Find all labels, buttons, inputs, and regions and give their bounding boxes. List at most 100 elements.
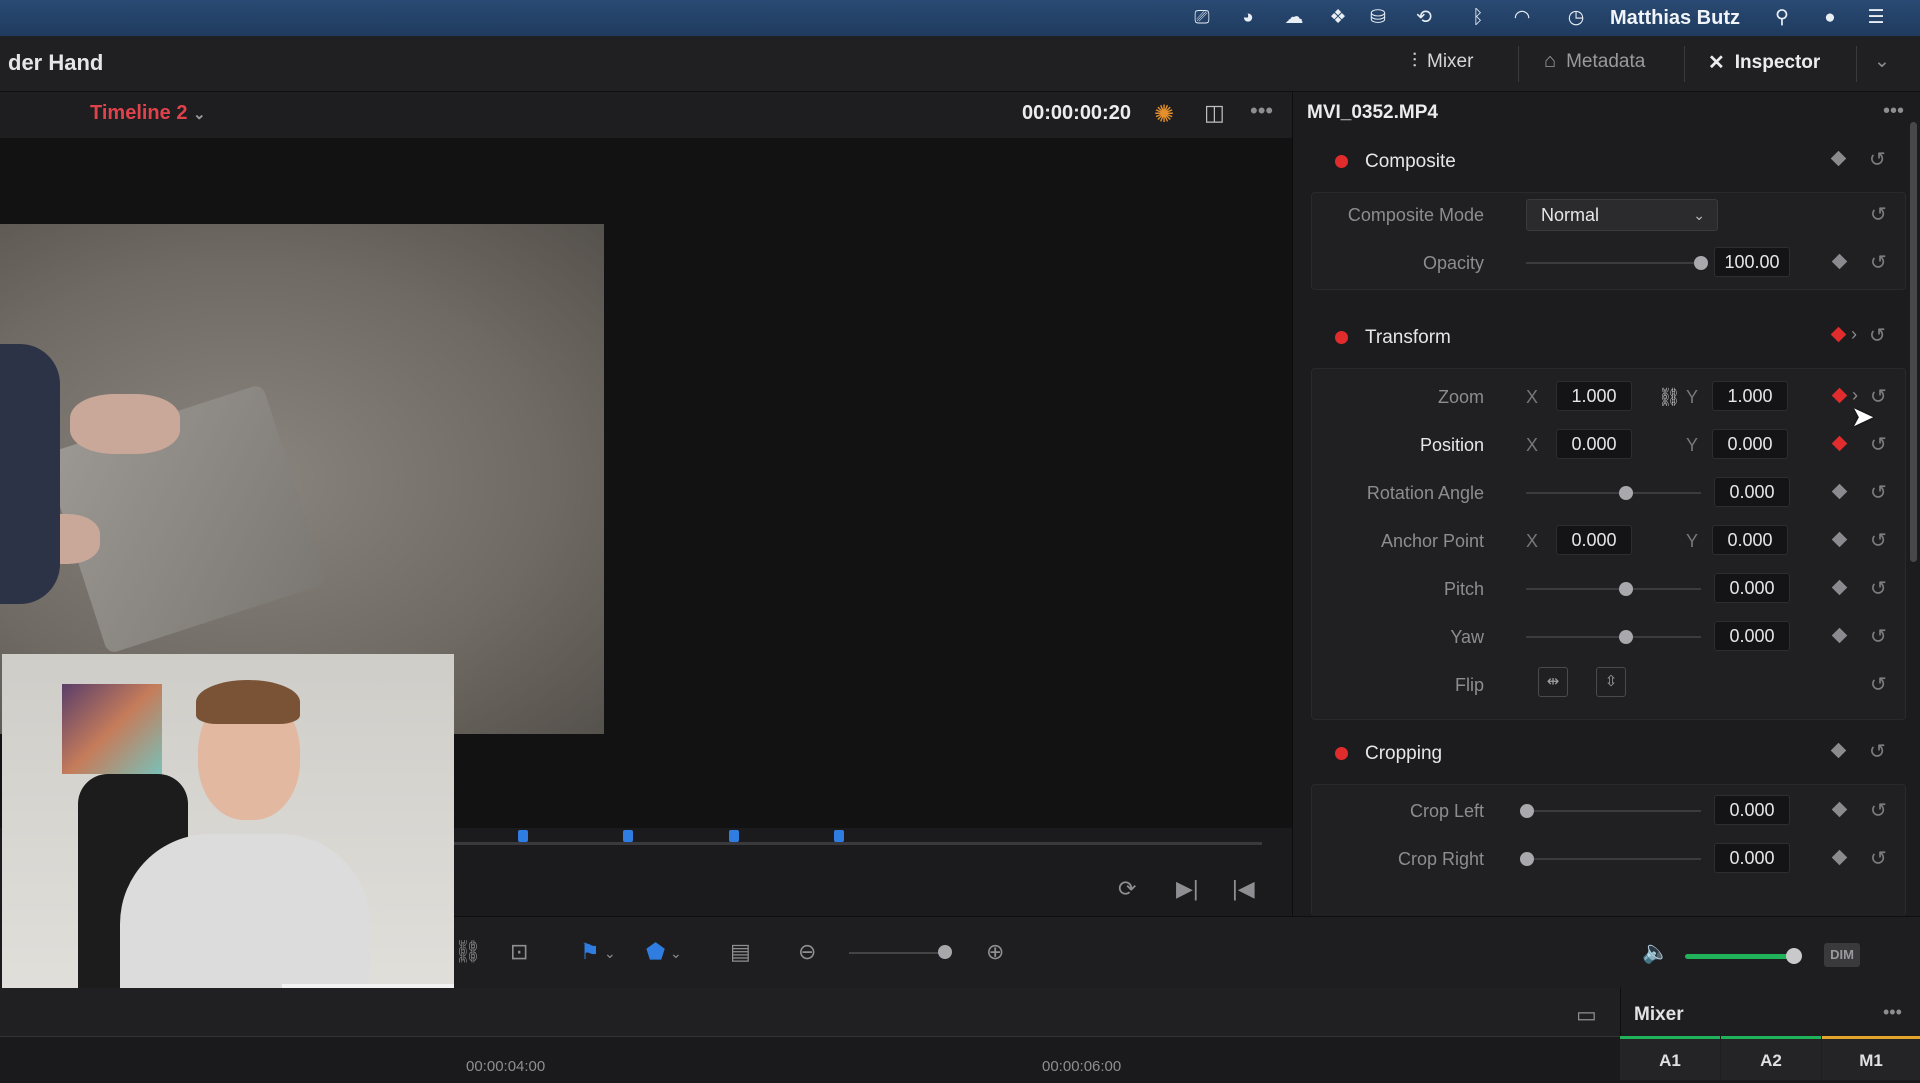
keyframe-icon[interactable]: [1831, 253, 1848, 270]
timeline-ruler[interactable]: [0, 1036, 1620, 1080]
dropbox-icon[interactable]: ❖: [1326, 7, 1350, 29]
user-name[interactable]: Matthias Butz: [1610, 7, 1740, 30]
pitch-slider[interactable]: [1526, 588, 1701, 590]
keyframe-icon[interactable]: [1831, 627, 1848, 644]
zoom-y-value[interactable]: 1.000: [1712, 381, 1788, 411]
keyframe-icon[interactable]: [1831, 579, 1848, 596]
timeline-marker[interactable]: [623, 830, 633, 842]
keyframe-icon[interactable]: [1831, 387, 1848, 404]
reset-icon[interactable]: ↺: [1870, 798, 1887, 823]
reset-icon[interactable]: ↺: [1870, 846, 1887, 871]
clock-icon[interactable]: ◷: [1564, 7, 1588, 29]
playback-speed-icon[interactable]: ✺: [1154, 100, 1174, 129]
lock-icon[interactable]: ⊡: [510, 939, 528, 965]
crop-left-value[interactable]: 0.000: [1714, 795, 1790, 825]
creative-cloud-icon[interactable]: ☁: [1282, 7, 1306, 29]
more-options-icon[interactable]: •••: [1250, 98, 1273, 124]
timeline-marker[interactable]: [729, 830, 739, 842]
drive-icon[interactable]: ⛁: [1366, 7, 1390, 29]
zoom-slider[interactable]: [849, 952, 939, 954]
chevron-down-icon[interactable]: ⌄: [604, 945, 616, 962]
pitch-value[interactable]: 0.000: [1714, 573, 1790, 603]
screen-record-icon[interactable]: ⎚: [1190, 7, 1214, 29]
pitch-slider-handle[interactable]: [1619, 582, 1633, 596]
speaker-icon[interactable]: 🔈: [1642, 939, 1669, 965]
link-icon[interactable]: ⛓: [1658, 387, 1681, 408]
composite-section-header[interactable]: Composite ↺: [1311, 140, 1906, 184]
keyframe-icon[interactable]: [1830, 150, 1847, 167]
search-icon[interactable]: ⚲: [1770, 7, 1794, 29]
cropping-section-header[interactable]: Cropping ↺: [1311, 732, 1906, 776]
keyframe-icon[interactable]: [1831, 801, 1848, 818]
crop-left-slider[interactable]: [1526, 810, 1701, 812]
loop-icon[interactable]: ⟳: [1118, 876, 1136, 902]
crop-right-value[interactable]: 0.000: [1714, 843, 1790, 873]
section-enable-toggle[interactable]: [1335, 331, 1348, 344]
transform-section-header[interactable]: Transform › ↺: [1311, 316, 1906, 360]
mixer-channel-a1[interactable]: A1: [1620, 1036, 1720, 1080]
crop-right-slider-handle[interactable]: [1520, 852, 1534, 866]
reset-icon[interactable]: ↺: [1870, 480, 1887, 505]
mixer-button[interactable]: ⫶ Mixer: [1412, 50, 1473, 73]
reset-icon[interactable]: ↺: [1869, 147, 1886, 172]
yaw-slider-handle[interactable]: [1619, 630, 1633, 644]
reset-icon[interactable]: ↺: [1869, 739, 1886, 764]
pacman-icon[interactable]: ◕: [1236, 7, 1260, 29]
flip-horizontal-icon[interactable]: ⇹: [1538, 667, 1568, 697]
mixer-channel-m1[interactable]: M1: [1822, 1036, 1920, 1080]
siri-icon[interactable]: ●: [1818, 7, 1842, 29]
chevron-right-icon[interactable]: ›: [1851, 324, 1857, 345]
yaw-slider[interactable]: [1526, 636, 1701, 638]
viewer-scrubber[interactable]: [454, 842, 1262, 845]
zoom-x-value[interactable]: 1.000: [1556, 381, 1632, 411]
section-enable-toggle[interactable]: [1335, 747, 1348, 760]
rotation-slider[interactable]: [1526, 492, 1701, 494]
timeline-marker[interactable]: [518, 830, 528, 842]
timeline-view-icon[interactable]: ▤: [730, 939, 751, 965]
crop-left-slider-handle[interactable]: [1520, 804, 1534, 818]
inspector-button[interactable]: ✕ Inspector: [1708, 50, 1820, 75]
volume-slider-handle[interactable]: [1786, 948, 1803, 964]
reset-icon[interactable]: ↺: [1870, 528, 1887, 553]
metadata-button[interactable]: ⌂ Metadata: [1544, 50, 1645, 73]
zoom-in-icon[interactable]: ⊕: [986, 939, 1004, 965]
keyframe-icon[interactable]: [1831, 849, 1848, 866]
opacity-slider-handle[interactable]: [1694, 256, 1708, 270]
opacity-slider[interactable]: [1526, 262, 1701, 264]
position-x-value[interactable]: 0.000: [1556, 429, 1632, 459]
wifi-icon[interactable]: ◠: [1510, 7, 1534, 29]
reset-icon[interactable]: ↺: [1869, 323, 1886, 348]
reset-icon[interactable]: ↺: [1870, 250, 1887, 275]
reset-icon[interactable]: ↺: [1870, 432, 1887, 457]
reset-icon[interactable]: ↺: [1870, 576, 1887, 601]
flag-icon[interactable]: ⚑: [580, 939, 600, 965]
yaw-value[interactable]: 0.000: [1714, 621, 1790, 651]
next-frame-icon[interactable]: ▶|: [1176, 876, 1199, 902]
opacity-value[interactable]: 100.00: [1714, 247, 1790, 277]
split-view-icon[interactable]: ◫: [1204, 100, 1225, 126]
marker-icon[interactable]: ⬟: [646, 939, 665, 965]
position-y-value[interactable]: 0.000: [1712, 429, 1788, 459]
dim-button[interactable]: DIM: [1824, 943, 1860, 967]
rotation-slider-handle[interactable]: [1619, 486, 1633, 500]
reset-icon[interactable]: ↺: [1870, 624, 1887, 649]
composite-mode-select[interactable]: Normal ⌄: [1526, 199, 1718, 231]
menu-list-icon[interactable]: ☰: [1864, 7, 1888, 29]
more-options-icon[interactable]: •••: [1883, 1002, 1902, 1023]
collapse-icon[interactable]: ⌄: [1874, 50, 1890, 73]
time-machine-icon[interactable]: ⟲: [1412, 7, 1436, 29]
section-enable-toggle[interactable]: [1335, 155, 1348, 168]
rotation-value[interactable]: 0.000: [1714, 477, 1790, 507]
keyframe-icon[interactable]: [1830, 326, 1847, 343]
timeline-marker[interactable]: [834, 830, 844, 842]
timeline-selector[interactable]: Timeline 2 ⌄: [90, 102, 206, 125]
keyframe-icon[interactable]: [1831, 435, 1848, 452]
reset-icon[interactable]: ↺: [1870, 672, 1887, 697]
zoom-slider-handle[interactable]: [938, 945, 952, 959]
keyframe-icon[interactable]: [1831, 483, 1848, 500]
link-icon[interactable]: ⛓: [454, 939, 482, 965]
anchor-x-value[interactable]: 0.000: [1556, 525, 1632, 555]
flip-vertical-icon[interactable]: ⇳: [1596, 667, 1626, 697]
inspector-scrollbar[interactable]: [1910, 122, 1917, 562]
anchor-y-value[interactable]: 0.000: [1712, 525, 1788, 555]
